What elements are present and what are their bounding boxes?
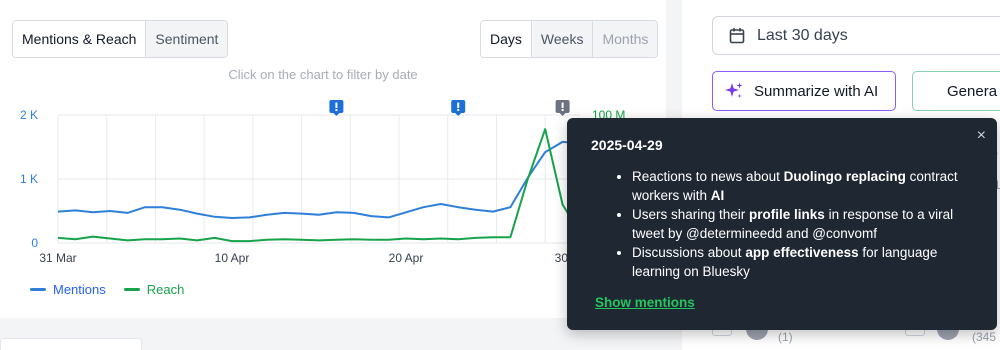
list-item: Discussions about app effectiveness for …: [617, 243, 972, 281]
peek-text: (1): [778, 330, 793, 344]
legend-reach[interactable]: Reach: [123, 282, 185, 297]
list-item: Reactions to news about Duolingo replaci…: [617, 167, 972, 205]
list-item: Users sharing their profile links in res…: [617, 205, 972, 243]
x-axis-tick-label: 10 Apr: [215, 251, 250, 265]
granularity-days[interactable]: Days: [481, 21, 531, 57]
chart-legend: Mentions Reach: [30, 282, 184, 297]
close-icon[interactable]: ×: [977, 127, 986, 145]
legend-mentions-swatch: [30, 288, 46, 291]
granularity-weeks[interactable]: Weeks: [530, 21, 593, 57]
x-axis-tick-label: 31 Mar: [39, 251, 76, 265]
sparkles-icon: [725, 82, 743, 98]
metric-tabs: Mentions & Reach Sentiment: [12, 20, 229, 58]
peek-text: (345: [972, 330, 997, 344]
legend-reach-swatch: [123, 288, 140, 291]
alert-marker-icon[interactable]: [555, 100, 570, 116]
tab-sentiment[interactable]: Sentiment: [145, 21, 228, 57]
summary-list: Reactions to news about Duolingo replaci…: [617, 167, 972, 281]
date-range-label: Last 30 days: [757, 26, 848, 44]
y-axis-tick-label: 1 K: [20, 172, 38, 186]
tab-mentions-reach[interactable]: Mentions & Reach: [13, 21, 146, 57]
series-line-reach: [57, 128, 581, 243]
x-axis-tick-label: 20 Apr: [389, 251, 424, 265]
generate-label: Genera: [947, 82, 998, 100]
date-range-picker[interactable]: Last 30 days: [712, 16, 1000, 55]
granularity-toggle: Days Weeks Months: [480, 20, 659, 58]
summarize-with-ai-button[interactable]: Summarize with AI: [712, 71, 896, 111]
show-mentions-link[interactable]: Show mentions: [595, 295, 695, 310]
summarize-label: Summarize with AI: [754, 82, 879, 100]
generate-button[interactable]: Genera: [912, 71, 1000, 111]
legend-mentions-label: Mentions: [53, 282, 106, 297]
popover-date: 2025-04-29: [591, 137, 663, 153]
y-axis-tick-label: 2 K: [20, 108, 38, 122]
calendar-icon: [729, 28, 745, 44]
alert-marker-icon[interactable]: [329, 100, 344, 116]
legend-reach-label: Reach: [146, 282, 185, 297]
chart-hint: Click on the chart to filter by date: [228, 67, 418, 82]
ai-summary-popover: 2025-04-29 × Reactions to news about Duo…: [567, 118, 997, 330]
next-card-edge: [0, 338, 142, 350]
legend-mentions[interactable]: Mentions: [30, 282, 106, 297]
alert-marker-icon[interactable]: [451, 100, 466, 116]
granularity-months: Months: [592, 21, 658, 57]
y-axis-tick-label: 0: [31, 236, 38, 250]
series-line-mentions: [57, 140, 581, 219]
